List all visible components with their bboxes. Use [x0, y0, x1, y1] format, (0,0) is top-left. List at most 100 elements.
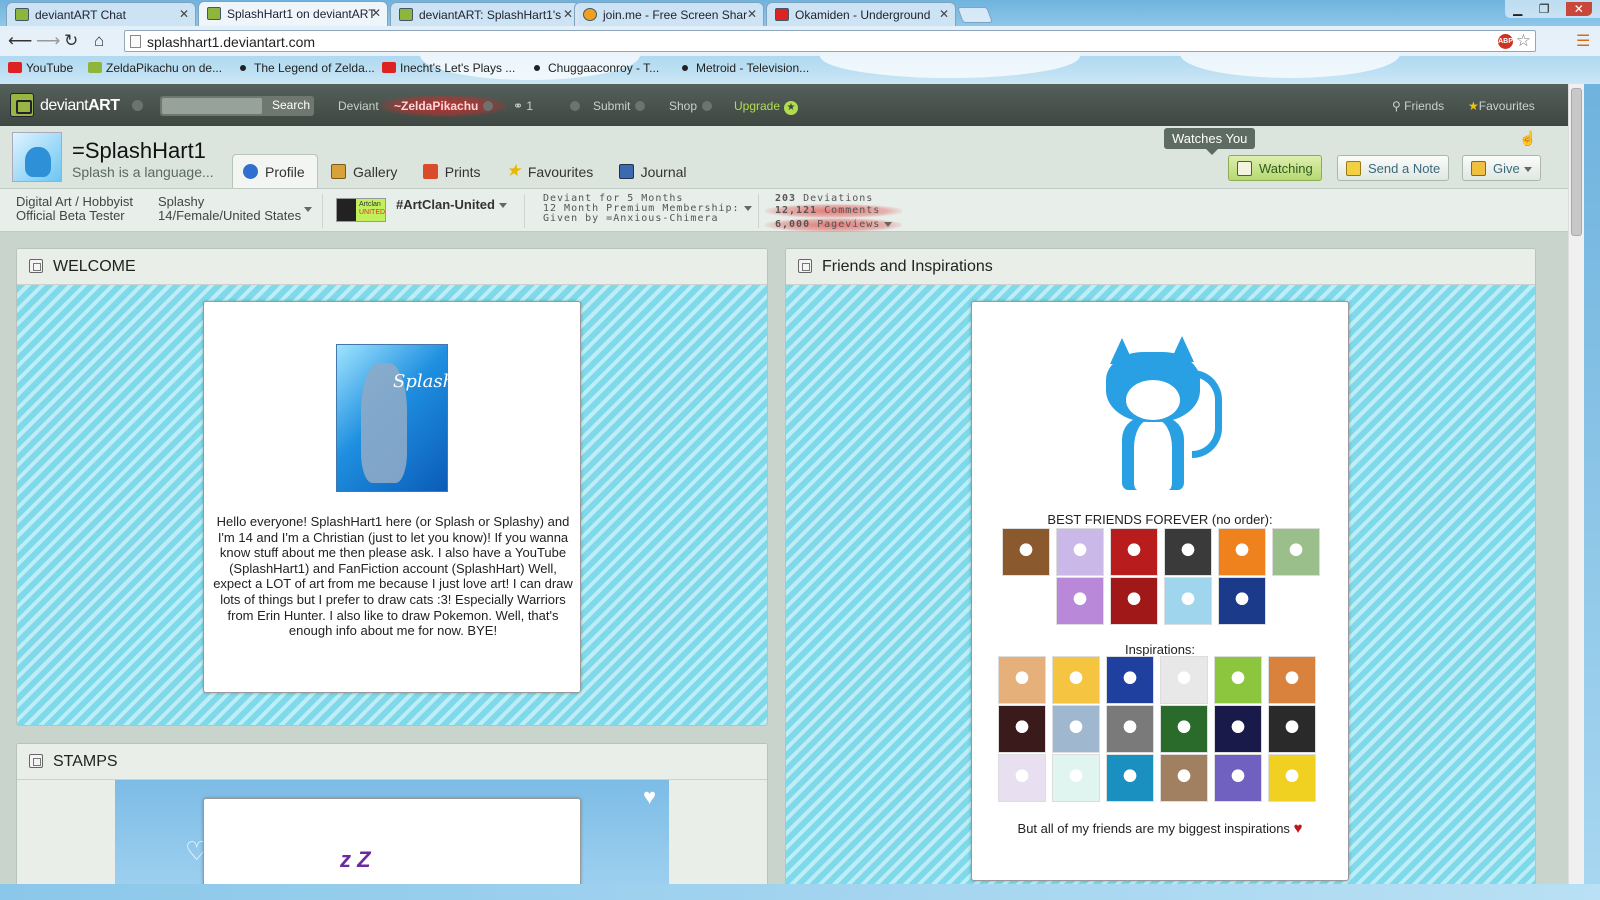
close-icon[interactable]: ✕ — [563, 7, 573, 21]
panel-header: Friends and Inspirations — [786, 249, 1535, 285]
browser-tab[interactable]: Okamiden - Underground ✕ — [766, 2, 956, 26]
adblock-icon[interactable]: ABP — [1498, 34, 1513, 49]
friend-avatar[interactable] — [998, 754, 1046, 802]
friend-avatar[interactable] — [1106, 656, 1154, 704]
address-bar[interactable]: splashhart1.deviantart.com ABP ☆ — [124, 30, 1536, 52]
tab-favourites[interactable]: ★ Favourites — [496, 155, 605, 189]
friend-avatar[interactable] — [1164, 528, 1212, 576]
upgrade-link[interactable]: Upgrade ★ — [734, 99, 799, 115]
page-scrollbar[interactable] — [1568, 84, 1584, 884]
friend-avatar[interactable] — [1164, 577, 1212, 625]
friend-avatar[interactable] — [1106, 705, 1154, 753]
message-center[interactable]: ⚭ 1 — [513, 99, 533, 113]
friend-avatar[interactable] — [1160, 754, 1208, 802]
minimize-icon[interactable]: ▁ — [1513, 2, 1522, 16]
friend-avatar[interactable] — [1110, 577, 1158, 625]
home-icon[interactable]: ⌂ — [94, 31, 104, 51]
friend-avatar[interactable] — [1218, 528, 1266, 576]
friend-avatar[interactable] — [1052, 656, 1100, 704]
back-icon[interactable]: ⟵ — [8, 31, 32, 51]
friend-avatar[interactable] — [1272, 528, 1320, 576]
stats-counts[interactable]: 203 Deviations 12,121 Comments 6,000 Pag… — [765, 194, 903, 232]
friend-avatar[interactable] — [1160, 656, 1208, 704]
close-icon[interactable]: ✕ — [371, 6, 381, 20]
welcome-image[interactable]: Splash — [336, 344, 454, 492]
bookmark-item[interactable]: The Legend of Zelda... — [236, 61, 375, 75]
friends-link[interactable]: ⚲ Friends — [1392, 99, 1444, 113]
friend-avatar[interactable] — [1106, 754, 1154, 802]
close-icon[interactable]: ✕ — [179, 7, 189, 21]
friend-avatar[interactable] — [1160, 705, 1208, 753]
chevron-down-icon[interactable] — [304, 207, 312, 212]
friend-avatar[interactable] — [1002, 528, 1050, 576]
shop-menu[interactable]: Shop — [669, 99, 713, 113]
browser-tab-active[interactable]: SplashHart1 on deviantART ✕ — [198, 1, 388, 26]
username-menu[interactable]: ~ZeldaPikachu — [380, 95, 508, 117]
friend-avatar[interactable] — [1056, 577, 1104, 625]
close-icon[interactable]: ✕ — [939, 7, 949, 21]
bookmark-item[interactable]: ZeldaPikachu on de... — [88, 61, 222, 75]
friend-avatar[interactable] — [1218, 577, 1266, 625]
gallery-icon — [331, 164, 347, 179]
friend-avatar[interactable] — [1214, 705, 1262, 753]
watching-button[interactable]: Watching — [1228, 155, 1322, 181]
forward-icon[interactable]: ⟶ — [36, 31, 60, 51]
tab-prints[interactable]: Prints — [413, 155, 493, 189]
browser-tab[interactable]: join.me - Free Screen Shar ✕ — [574, 2, 764, 26]
friend-avatar[interactable] — [1052, 754, 1100, 802]
chevron-down-icon[interactable] — [743, 205, 752, 211]
chevron-down-icon[interactable] — [132, 100, 143, 111]
search-input[interactable] — [162, 98, 262, 114]
bookmark-item[interactable]: YouTube — [8, 61, 73, 75]
tab-journal[interactable]: Journal — [609, 155, 699, 189]
bookmark-item[interactable]: Inecht's Let's Plays ... — [382, 61, 515, 75]
tab-gallery[interactable]: Gallery — [321, 155, 409, 189]
browser-tab[interactable]: deviantART: SplashHart1's ✕ — [390, 2, 580, 26]
friend-avatar[interactable] — [1214, 656, 1262, 704]
friend-avatar[interactable] — [1268, 705, 1316, 753]
bookmark-item[interactable]: Metroid - Television... — [678, 61, 809, 75]
friend-avatar[interactable] — [1214, 754, 1262, 802]
bookmark-item[interactable]: Chuggaaconroy - T... — [530, 61, 659, 75]
notifications-dropdown[interactable] — [565, 99, 580, 113]
close-icon[interactable]: ✕ — [747, 7, 757, 21]
panel-header: STAMPS — [17, 744, 767, 780]
avatar[interactable] — [12, 132, 62, 182]
gift-icon — [1471, 161, 1486, 176]
group-badge[interactable]: Artclan UNITED — [336, 198, 386, 222]
scrollbar-thumb[interactable] — [1571, 88, 1582, 236]
personal-info[interactable]: Splashy 14/Female/United States — [158, 195, 301, 223]
friend-avatar[interactable] — [998, 656, 1046, 704]
dot-favicon — [534, 65, 540, 71]
star-icon: ★ — [784, 101, 799, 115]
profile-name[interactable]: =SplashHart1 — [72, 138, 206, 164]
divider — [524, 194, 525, 228]
favourites-link[interactable]: ★Favourites — [1468, 99, 1535, 113]
reload-icon[interactable]: ↻ — [64, 31, 78, 51]
submit-menu[interactable]: Submit — [593, 99, 646, 113]
desktop-edge — [0, 884, 1600, 900]
friend-avatar[interactable] — [1268, 754, 1316, 802]
deviantart-logo-icon[interactable] — [10, 93, 34, 117]
stamp-text: z Z — [340, 847, 371, 872]
browser-tab[interactable]: deviantART Chat ✕ — [6, 2, 196, 26]
group-name[interactable]: #ArtClan-United — [396, 198, 507, 212]
bookmark-star-icon[interactable]: ☆ — [1516, 31, 1531, 51]
wrench-menu-icon[interactable]: ☰ — [1576, 31, 1590, 51]
friend-avatar[interactable] — [998, 705, 1046, 753]
friend-avatar[interactable] — [1268, 656, 1316, 704]
search-button[interactable]: Search — [272, 98, 310, 112]
chevron-down-icon — [702, 101, 713, 111]
close-window-icon[interactable]: ✕ — [1565, 2, 1592, 16]
maximize-icon[interactable]: ❐ — [1539, 2, 1550, 16]
best-friends-label: BEST FRIENDS FOREVER (no order): — [1047, 512, 1273, 527]
friend-avatar[interactable] — [1056, 528, 1104, 576]
new-tab-button[interactable] — [957, 7, 993, 23]
deviantart-brand[interactable]: deviantART — [40, 97, 120, 115]
cat-drawing[interactable] — [1100, 336, 1226, 492]
give-button[interactable]: Give — [1462, 155, 1541, 181]
send-note-button[interactable]: Send a Note — [1337, 155, 1450, 181]
friend-avatar[interactable] — [1052, 705, 1100, 753]
friend-avatar[interactable] — [1110, 528, 1158, 576]
tab-profile[interactable]: Profile — [232, 154, 318, 188]
